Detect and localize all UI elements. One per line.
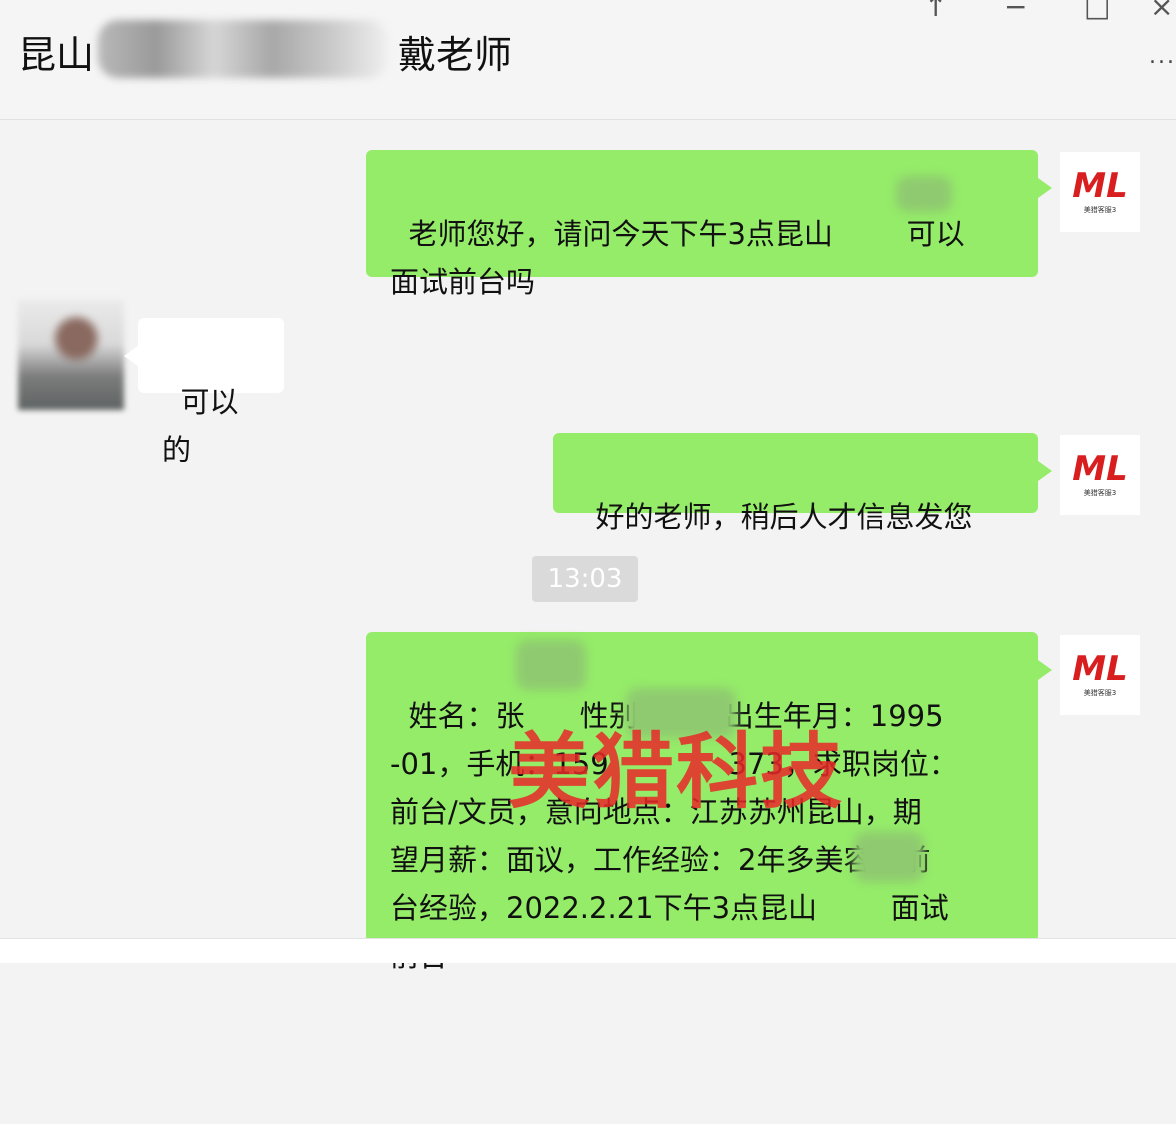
avatar-self[interactable]: ML 美猎客服3	[1060, 635, 1140, 715]
close-icon[interactable]: ×	[1150, 0, 1173, 23]
avatar-logo-subtext: 美猎客服3	[1083, 689, 1117, 697]
maximize-icon[interactable]: □	[1084, 0, 1110, 23]
avatar-logo-icon: ML	[1072, 449, 1128, 489]
message-timestamp: 13:03	[532, 556, 638, 602]
avatar-contact[interactable]	[18, 300, 124, 410]
redacted-text-blur	[854, 832, 924, 882]
message-bubble-other: 可以的	[124, 318, 284, 467]
pin-icon[interactable]: ↑	[924, 0, 947, 23]
avatar-self[interactable]: ML 美猎客服3	[1060, 152, 1140, 232]
avatar-logo-icon: ML	[1072, 166, 1128, 206]
avatar-logo-subtext: 美猎客服3	[1083, 489, 1117, 497]
avatar-self[interactable]: ML 美猎客服3	[1060, 435, 1140, 515]
chat-title-prefix: 昆山	[18, 33, 95, 77]
minimize-icon[interactable]: −	[1004, 0, 1027, 23]
watermark-overlay: 美猎科技	[508, 725, 845, 820]
message-bubble-self: 好的老师，稍后人才信息发您	[553, 433, 1052, 534]
input-area-edge[interactable]	[0, 938, 1176, 963]
more-options-icon[interactable]: ...	[1149, 44, 1176, 69]
avatar-logo-subtext: 美猎客服3	[1083, 206, 1117, 214]
redacted-text-blur	[516, 640, 586, 690]
avatar-logo-icon: ML	[1072, 649, 1128, 689]
message-text: 老师您好，请问今天下午3点昆山 可以 面试前台吗	[390, 217, 965, 299]
chat-header: 昆山 戴老师 ↑ − □ × ...	[0, 0, 1176, 120]
redacted-title-blur	[98, 20, 388, 78]
message-text: 好的老师，稍后人才信息发您	[595, 500, 973, 534]
message-text: 可以的	[162, 385, 239, 467]
message-bubble-self: 老师您好，请问今天下午3点昆山 可以 面试前台吗	[366, 150, 1052, 299]
redacted-text-blur	[896, 176, 952, 212]
chat-title-suffix: 戴老师	[398, 33, 513, 77]
